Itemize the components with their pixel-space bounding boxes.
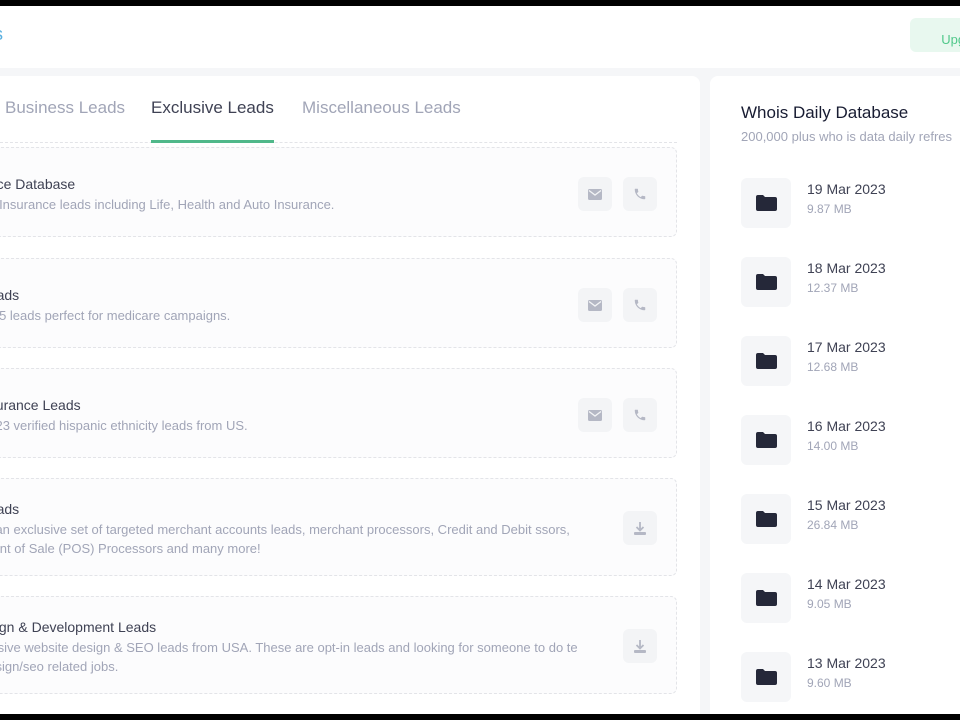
lead-description: to an exclusive set of targeted merchant… [0, 522, 570, 556]
email-icon [588, 188, 602, 200]
lead-card: esign & Development Leads clusive websit… [0, 596, 677, 694]
email-button[interactable] [578, 177, 612, 211]
file-size: 26.84 MB [807, 518, 859, 532]
file-size: 9.05 MB [807, 597, 852, 611]
lead-card: ance Database ed Insurance leads includi… [0, 147, 677, 237]
whois-panel: Whois Daily Database 200,000 plus who is… [710, 76, 960, 714]
folder-icon [741, 494, 791, 544]
email-button[interactable] [578, 288, 612, 322]
file-item[interactable]: 15 Mar 2023 26.84 MB [741, 494, 960, 544]
file-date: 16 Mar 2023 [807, 418, 886, 434]
lead-card: Leads to an exclusive set of targeted me… [0, 478, 677, 576]
leads-panel: Business Leads Exclusive Leads Miscellan… [0, 76, 700, 714]
file-date: 19 Mar 2023 [807, 181, 886, 197]
file-size: 12.68 MB [807, 360, 859, 374]
phone-icon [633, 298, 647, 312]
download-button[interactable] [623, 629, 657, 663]
file-item[interactable]: 14 Mar 2023 9.05 MB [741, 573, 960, 623]
email-icon [588, 409, 602, 421]
folder-icon [741, 178, 791, 228]
file-item[interactable]: 19 Mar 2023 9.87 MB [741, 178, 960, 228]
folder-icon [741, 336, 791, 386]
email-button[interactable] [578, 398, 612, 432]
download-icon [633, 639, 647, 654]
lead-description: ed Insurance leads including Life, Healt… [0, 197, 335, 212]
header: s Upgra [0, 6, 960, 68]
file-size: 14.00 MB [807, 439, 859, 453]
file-size: 9.60 MB [807, 676, 852, 690]
folder-icon [741, 257, 791, 307]
tab-miscellaneous-leads[interactable]: Miscellaneous Leads [302, 98, 461, 140]
lead-title: Leads [0, 287, 20, 303]
file-date: 15 Mar 2023 [807, 497, 886, 513]
lead-title: nsurance Leads [0, 397, 81, 413]
download-icon [633, 521, 647, 536]
folder-icon [741, 415, 791, 465]
lead-description: 2023 verified hispanic ethnicity leads f… [0, 418, 248, 433]
tab-business-leads[interactable]: Business Leads [5, 98, 125, 140]
upgrade-button[interactable]: Upgra [910, 18, 960, 52]
lead-title: Leads [0, 501, 20, 517]
file-date: 14 Mar 2023 [807, 576, 886, 592]
email-icon [588, 299, 602, 311]
lead-description: clusive website design & SEO leads from … [0, 640, 578, 674]
tabs: Business Leads Exclusive Leads Miscellan… [0, 76, 677, 143]
file-size: 9.87 MB [807, 202, 852, 216]
phone-button[interactable] [623, 398, 657, 432]
phone-button[interactable] [623, 288, 657, 322]
whois-title: Whois Daily Database [741, 103, 909, 122]
phone-icon [633, 187, 647, 201]
file-item[interactable]: 16 Mar 2023 14.00 MB [741, 415, 960, 465]
folder-icon [741, 573, 791, 623]
lead-title: esign & Development Leads [0, 619, 157, 635]
file-date: 17 Mar 2023 [807, 339, 886, 355]
phone-button[interactable] [623, 177, 657, 211]
logo: s [0, 24, 3, 45]
download-button[interactable] [623, 511, 657, 545]
tab-exclusive-leads[interactable]: Exclusive Leads [151, 98, 274, 143]
folder-icon [741, 652, 791, 702]
phone-icon [633, 408, 647, 422]
screen: s Upgra Business Leads Exclusive Leads M… [0, 6, 960, 714]
file-item[interactable]: 13 Mar 2023 9.60 MB [741, 652, 960, 702]
lead-card: nsurance Leads 2023 verified hispanic et… [0, 368, 677, 458]
file-item[interactable]: 17 Mar 2023 12.68 MB [741, 336, 960, 386]
file-size: 12.37 MB [807, 281, 859, 295]
file-item[interactable]: 18 Mar 2023 12.37 MB [741, 257, 960, 307]
whois-subtitle: 200,000 plus who is data daily refres [741, 129, 953, 144]
file-date: 18 Mar 2023 [807, 260, 886, 276]
file-date: 13 Mar 2023 [807, 655, 886, 671]
lead-title: ance Database [0, 176, 76, 192]
lead-description: g 65 leads perfect for medicare campaign… [0, 308, 231, 323]
lead-card: Leads g 65 leads perfect for medicare ca… [0, 258, 677, 348]
